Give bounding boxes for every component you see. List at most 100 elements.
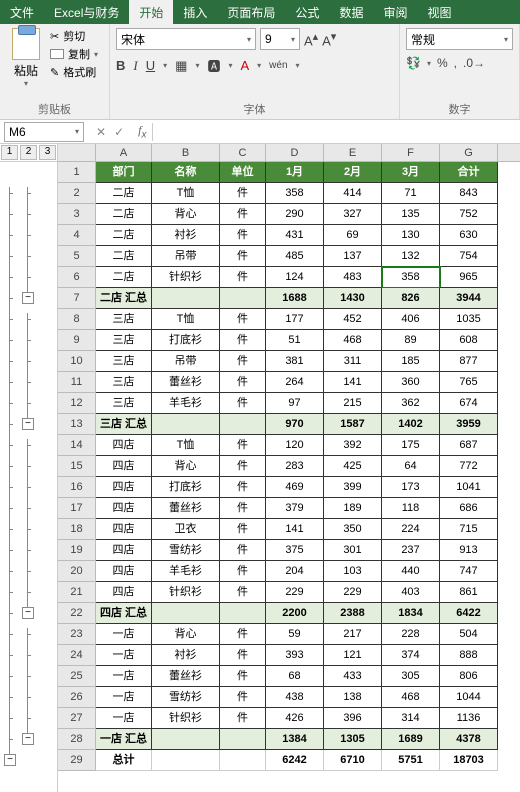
cell-D17[interactable]: 379	[266, 498, 324, 519]
cell-A27[interactable]: 一店	[96, 708, 152, 729]
cell-B29[interactable]	[152, 750, 220, 771]
cell-A2[interactable]: 二店	[96, 183, 152, 204]
cell-F15[interactable]: 64	[382, 456, 440, 477]
shrink-font-button[interactable]: A▾	[322, 30, 336, 48]
outline-level-2[interactable]: 2	[20, 145, 37, 160]
cell-E29[interactable]: 6710	[324, 750, 382, 771]
cell-D21[interactable]: 229	[266, 582, 324, 603]
cell-D5[interactable]: 485	[266, 246, 324, 267]
cell-D1[interactable]: 1月	[266, 162, 324, 183]
cell-C16[interactable]: 件	[220, 477, 266, 498]
font-size-select[interactable]: 9▾	[260, 28, 300, 50]
cell-C7[interactable]	[220, 288, 266, 309]
outline-toggle[interactable]: −	[22, 292, 34, 304]
cell-C11[interactable]: 件	[220, 372, 266, 393]
cell-A4[interactable]: 二店	[96, 225, 152, 246]
cell-F1[interactable]: 3月	[382, 162, 440, 183]
cell-A16[interactable]: 四店	[96, 477, 152, 498]
col-header-F[interactable]: F	[382, 144, 440, 161]
row-header-29[interactable]: 29	[58, 750, 96, 771]
cell-G5[interactable]: 754	[440, 246, 498, 267]
cell-C13[interactable]	[220, 414, 266, 435]
menu-tab-4[interactable]: 页面布局	[217, 0, 285, 24]
cell-D13[interactable]: 970	[266, 414, 324, 435]
font-name-select[interactable]: 宋体▾	[116, 28, 256, 50]
cell-E23[interactable]: 217	[324, 624, 382, 645]
cell-C2[interactable]: 件	[220, 183, 266, 204]
cell-G7[interactable]: 3944	[440, 288, 498, 309]
cell-F24[interactable]: 374	[382, 645, 440, 666]
cell-A23[interactable]: 一店	[96, 624, 152, 645]
menu-tab-6[interactable]: 数据	[329, 0, 373, 24]
cell-C8[interactable]: 件	[220, 309, 266, 330]
cell-A26[interactable]: 一店	[96, 687, 152, 708]
row-header-23[interactable]: 23	[58, 624, 96, 645]
cell-A28[interactable]: 一店 汇总	[96, 729, 152, 750]
format-painter-button[interactable]: ✎格式刷	[50, 64, 98, 80]
cell-E13[interactable]: 1587	[324, 414, 382, 435]
row-header-17[interactable]: 17	[58, 498, 96, 519]
cell-B24[interactable]: 衬衫	[152, 645, 220, 666]
cell-C22[interactable]	[220, 603, 266, 624]
cell-A20[interactable]: 四店	[96, 561, 152, 582]
paste-button[interactable]: 粘贴 ▾	[6, 28, 46, 88]
cell-G24[interactable]: 888	[440, 645, 498, 666]
worksheet[interactable]: ABCDEFG 1部门名称单位1月2月3月合计2二店T恤件35841471843…	[58, 144, 520, 792]
col-header-B[interactable]: B	[152, 144, 220, 161]
cell-C29[interactable]	[220, 750, 266, 771]
cell-E26[interactable]: 138	[324, 687, 382, 708]
cell-F4[interactable]: 130	[382, 225, 440, 246]
cell-D20[interactable]: 204	[266, 561, 324, 582]
cell-B28[interactable]	[152, 729, 220, 750]
cell-E25[interactable]: 433	[324, 666, 382, 687]
outline-toggle[interactable]: −	[22, 418, 34, 430]
cell-F22[interactable]: 1834	[382, 603, 440, 624]
cell-C24[interactable]: 件	[220, 645, 266, 666]
row-header-4[interactable]: 4	[58, 225, 96, 246]
cell-C1[interactable]: 单位	[220, 162, 266, 183]
cell-D12[interactable]: 97	[266, 393, 324, 414]
enter-icon[interactable]: ✓	[114, 125, 124, 139]
cell-G18[interactable]: 715	[440, 519, 498, 540]
name-box[interactable]: M6▾	[4, 122, 84, 142]
col-header-C[interactable]: C	[220, 144, 266, 161]
cell-A15[interactable]: 四店	[96, 456, 152, 477]
cell-B7[interactable]	[152, 288, 220, 309]
row-header-21[interactable]: 21	[58, 582, 96, 603]
cell-G8[interactable]: 1035	[440, 309, 498, 330]
cell-B16[interactable]: 打底衫	[152, 477, 220, 498]
cell-E17[interactable]: 189	[324, 498, 382, 519]
menu-tab-2[interactable]: 开始	[129, 0, 173, 24]
percent-button[interactable]: %	[437, 56, 448, 70]
row-header-3[interactable]: 3	[58, 204, 96, 225]
cell-E18[interactable]: 350	[324, 519, 382, 540]
row-header-27[interactable]: 27	[58, 708, 96, 729]
cell-E2[interactable]: 414	[324, 183, 382, 204]
cell-B3[interactable]: 背心	[152, 204, 220, 225]
cell-F26[interactable]: 468	[382, 687, 440, 708]
cell-E22[interactable]: 2388	[324, 603, 382, 624]
cell-F16[interactable]: 173	[382, 477, 440, 498]
cell-A21[interactable]: 四店	[96, 582, 152, 603]
menu-tab-1[interactable]: Excel与财务	[44, 0, 129, 24]
cell-D25[interactable]: 68	[266, 666, 324, 687]
cell-G12[interactable]: 674	[440, 393, 498, 414]
cell-A8[interactable]: 三店	[96, 309, 152, 330]
cell-A7[interactable]: 二店 汇总	[96, 288, 152, 309]
cell-G27[interactable]: 1136	[440, 708, 498, 729]
row-header-12[interactable]: 12	[58, 393, 96, 414]
cell-F28[interactable]: 1689	[382, 729, 440, 750]
cell-F21[interactable]: 403	[382, 582, 440, 603]
cell-G13[interactable]: 3959	[440, 414, 498, 435]
cell-E8[interactable]: 452	[324, 309, 382, 330]
fx-icon[interactable]: fx	[132, 123, 152, 140]
cell-F29[interactable]: 5751	[382, 750, 440, 771]
cell-C4[interactable]: 件	[220, 225, 266, 246]
cancel-icon[interactable]: ✕	[96, 125, 106, 139]
row-header-2[interactable]: 2	[58, 183, 96, 204]
cell-B20[interactable]: 羊毛衫	[152, 561, 220, 582]
cell-F12[interactable]: 362	[382, 393, 440, 414]
row-header-8[interactable]: 8	[58, 309, 96, 330]
cell-F23[interactable]: 228	[382, 624, 440, 645]
cell-E15[interactable]: 425	[324, 456, 382, 477]
